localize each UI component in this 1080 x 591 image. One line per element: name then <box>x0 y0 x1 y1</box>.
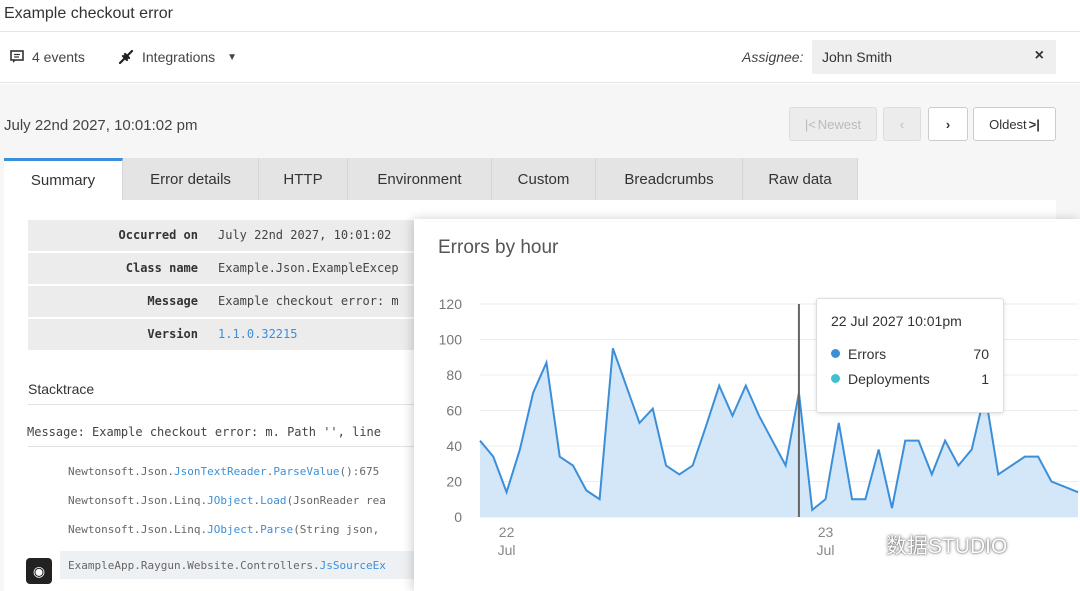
y-tick-label: 40 <box>446 438 462 454</box>
divider <box>28 404 428 405</box>
frame-namespace: Newtonsoft.Json.Linq. <box>68 523 208 536</box>
detail-row: Message Example checkout error: m <box>28 286 428 317</box>
tooltip-value: 1 <box>981 370 989 387</box>
detail-key: Version <box>147 327 198 341</box>
stack-frame[interactable]: ExampleApp.Raygun.Website.Controllers.Js… <box>60 551 420 579</box>
frame-namespace: ExampleApp.Raygun.Website.Controllers. <box>68 559 320 572</box>
y-tick-label: 0 <box>454 509 462 525</box>
stack-frame[interactable]: Newtonsoft.Json.Linq.JObject.Parse(Strin… <box>60 515 420 543</box>
close-icon[interactable]: × <box>1035 47 1044 65</box>
stack-frame[interactable]: Newtonsoft.Json.Linq.JObject.Load(JsonRe… <box>60 486 420 514</box>
frame-method: Parse <box>260 523 294 536</box>
detail-value: Example.Json.ExampleExcep <box>218 261 399 275</box>
x-tick-day: 22 <box>499 524 515 540</box>
errors-dot-icon <box>831 349 840 358</box>
plug-icon <box>118 49 134 65</box>
assignee-select[interactable]: John Smith × <box>812 40 1056 74</box>
x-tick-month: Jul <box>817 542 835 558</box>
version-link[interactable]: 1.1.0.32215 <box>218 327 297 341</box>
y-tick-label: 80 <box>446 367 462 383</box>
tab-error-details[interactable]: Error details <box>123 158 259 200</box>
detail-key: Class name <box>125 261 198 275</box>
stacktrace-message: Message: Example checkout error: m. Path… <box>27 425 382 439</box>
stacktrace-title: Stacktrace <box>28 381 95 397</box>
watermark: 数据STUDIO <box>850 530 1007 560</box>
tab-raw-data[interactable]: Raw data <box>743 158 858 200</box>
frame-rest: (String json, <box>293 523 380 536</box>
frame-namespace: Newtonsoft.Json. <box>68 465 174 478</box>
newest-button[interactable]: |< Newest <box>789 107 877 141</box>
frame-namespace: Newtonsoft.Json.Linq. <box>68 494 208 507</box>
frame-rest: ():675 <box>339 465 380 478</box>
x-tick-month: Jul <box>498 542 516 558</box>
tab-breadcrumbs[interactable]: Breadcrumbs <box>596 158 743 200</box>
watermark-text: 数据STUDIO <box>886 535 1008 558</box>
newest-label: Newest <box>817 116 862 132</box>
tab-http[interactable]: HTTP <box>259 158 348 200</box>
oldest-button[interactable]: Oldest >| <box>973 107 1056 141</box>
events-label: 4 events <box>32 49 85 65</box>
prev-button[interactable]: ‹ <box>883 107 921 141</box>
tooltip-row: Errors 70 <box>831 341 989 366</box>
tab-summary[interactable]: Summary <box>4 158 123 200</box>
detail-row: Version 1.1.0.32215 <box>28 319 428 350</box>
tab-environment[interactable]: Environment <box>348 158 492 200</box>
wechat-icon <box>850 534 879 556</box>
chart-tooltip: 22 Jul 2027 10:01pm Errors 70 Deployment… <box>816 298 1004 413</box>
detail-key: Message <box>147 294 198 308</box>
events-button[interactable]: 4 events <box>10 49 85 65</box>
integrations-menu[interactable]: Integrations ▼ <box>118 49 237 65</box>
x-tick-day: 23 <box>818 524 834 540</box>
chevron-right-icon: › <box>945 116 951 132</box>
last-page-icon: >| <box>1028 116 1040 132</box>
tab-bar: Summary Error details HTTP Environment C… <box>4 158 858 200</box>
y-tick-label: 120 <box>439 296 463 312</box>
divider <box>28 446 428 447</box>
frame-method: Load <box>260 494 287 507</box>
occurrence-date: July 22nd 2027, 10:01:02 pm <box>4 117 198 134</box>
oldest-label: Oldest <box>989 116 1027 132</box>
frame-method: JsSourceEx <box>319 559 386 572</box>
frame-class: JObject <box>207 494 254 507</box>
assignee-value: John Smith <box>822 49 893 65</box>
y-tick-label: 60 <box>446 403 462 419</box>
assignee-label: Assignee: <box>742 49 804 65</box>
caret-down-icon: ▼ <box>227 51 238 63</box>
stack-frame[interactable]: Newtonsoft.Json.JsonTextReader.ParseValu… <box>60 457 420 485</box>
detail-key: Occurred on <box>118 228 198 242</box>
frame-method: ParseValue <box>273 465 340 478</box>
detail-row: Class name Example.Json.ExampleExcep <box>28 253 428 284</box>
detail-value: Example checkout error: m <box>218 294 399 308</box>
deployments-dot-icon <box>831 374 840 383</box>
frame-class: JsonTextReader <box>173 465 267 478</box>
integrations-label: Integrations <box>142 49 216 65</box>
y-tick-label: 100 <box>439 332 463 348</box>
detail-row: Occurred on July 22nd 2027, 10:01:02 <box>28 220 428 251</box>
github-icon[interactable]: ◉ <box>26 558 52 584</box>
comment-icon <box>10 50 24 63</box>
toolbar: 4 events Integrations ▼ Assignee: John S… <box>0 33 1080 83</box>
page-title: Example checkout error <box>0 0 1080 32</box>
tooltip-value: 70 <box>973 345 989 362</box>
y-tick-label: 20 <box>446 474 462 490</box>
frame-class: JObject <box>207 523 254 536</box>
chevron-left-icon: ‹ <box>899 116 905 132</box>
tooltip-title: 22 Jul 2027 10:01pm <box>831 313 962 329</box>
next-button[interactable]: › <box>928 107 968 141</box>
tooltip-row: Deployments 1 <box>831 366 989 391</box>
detail-value: July 22nd 2027, 10:01:02 <box>218 228 392 242</box>
first-page-icon: |< <box>804 116 816 132</box>
tooltip-label: Deployments <box>848 370 930 387</box>
tab-custom[interactable]: Custom <box>492 158 596 200</box>
frame-rest: (JsonReader rea <box>286 494 386 507</box>
tooltip-label: Errors <box>848 345 887 362</box>
